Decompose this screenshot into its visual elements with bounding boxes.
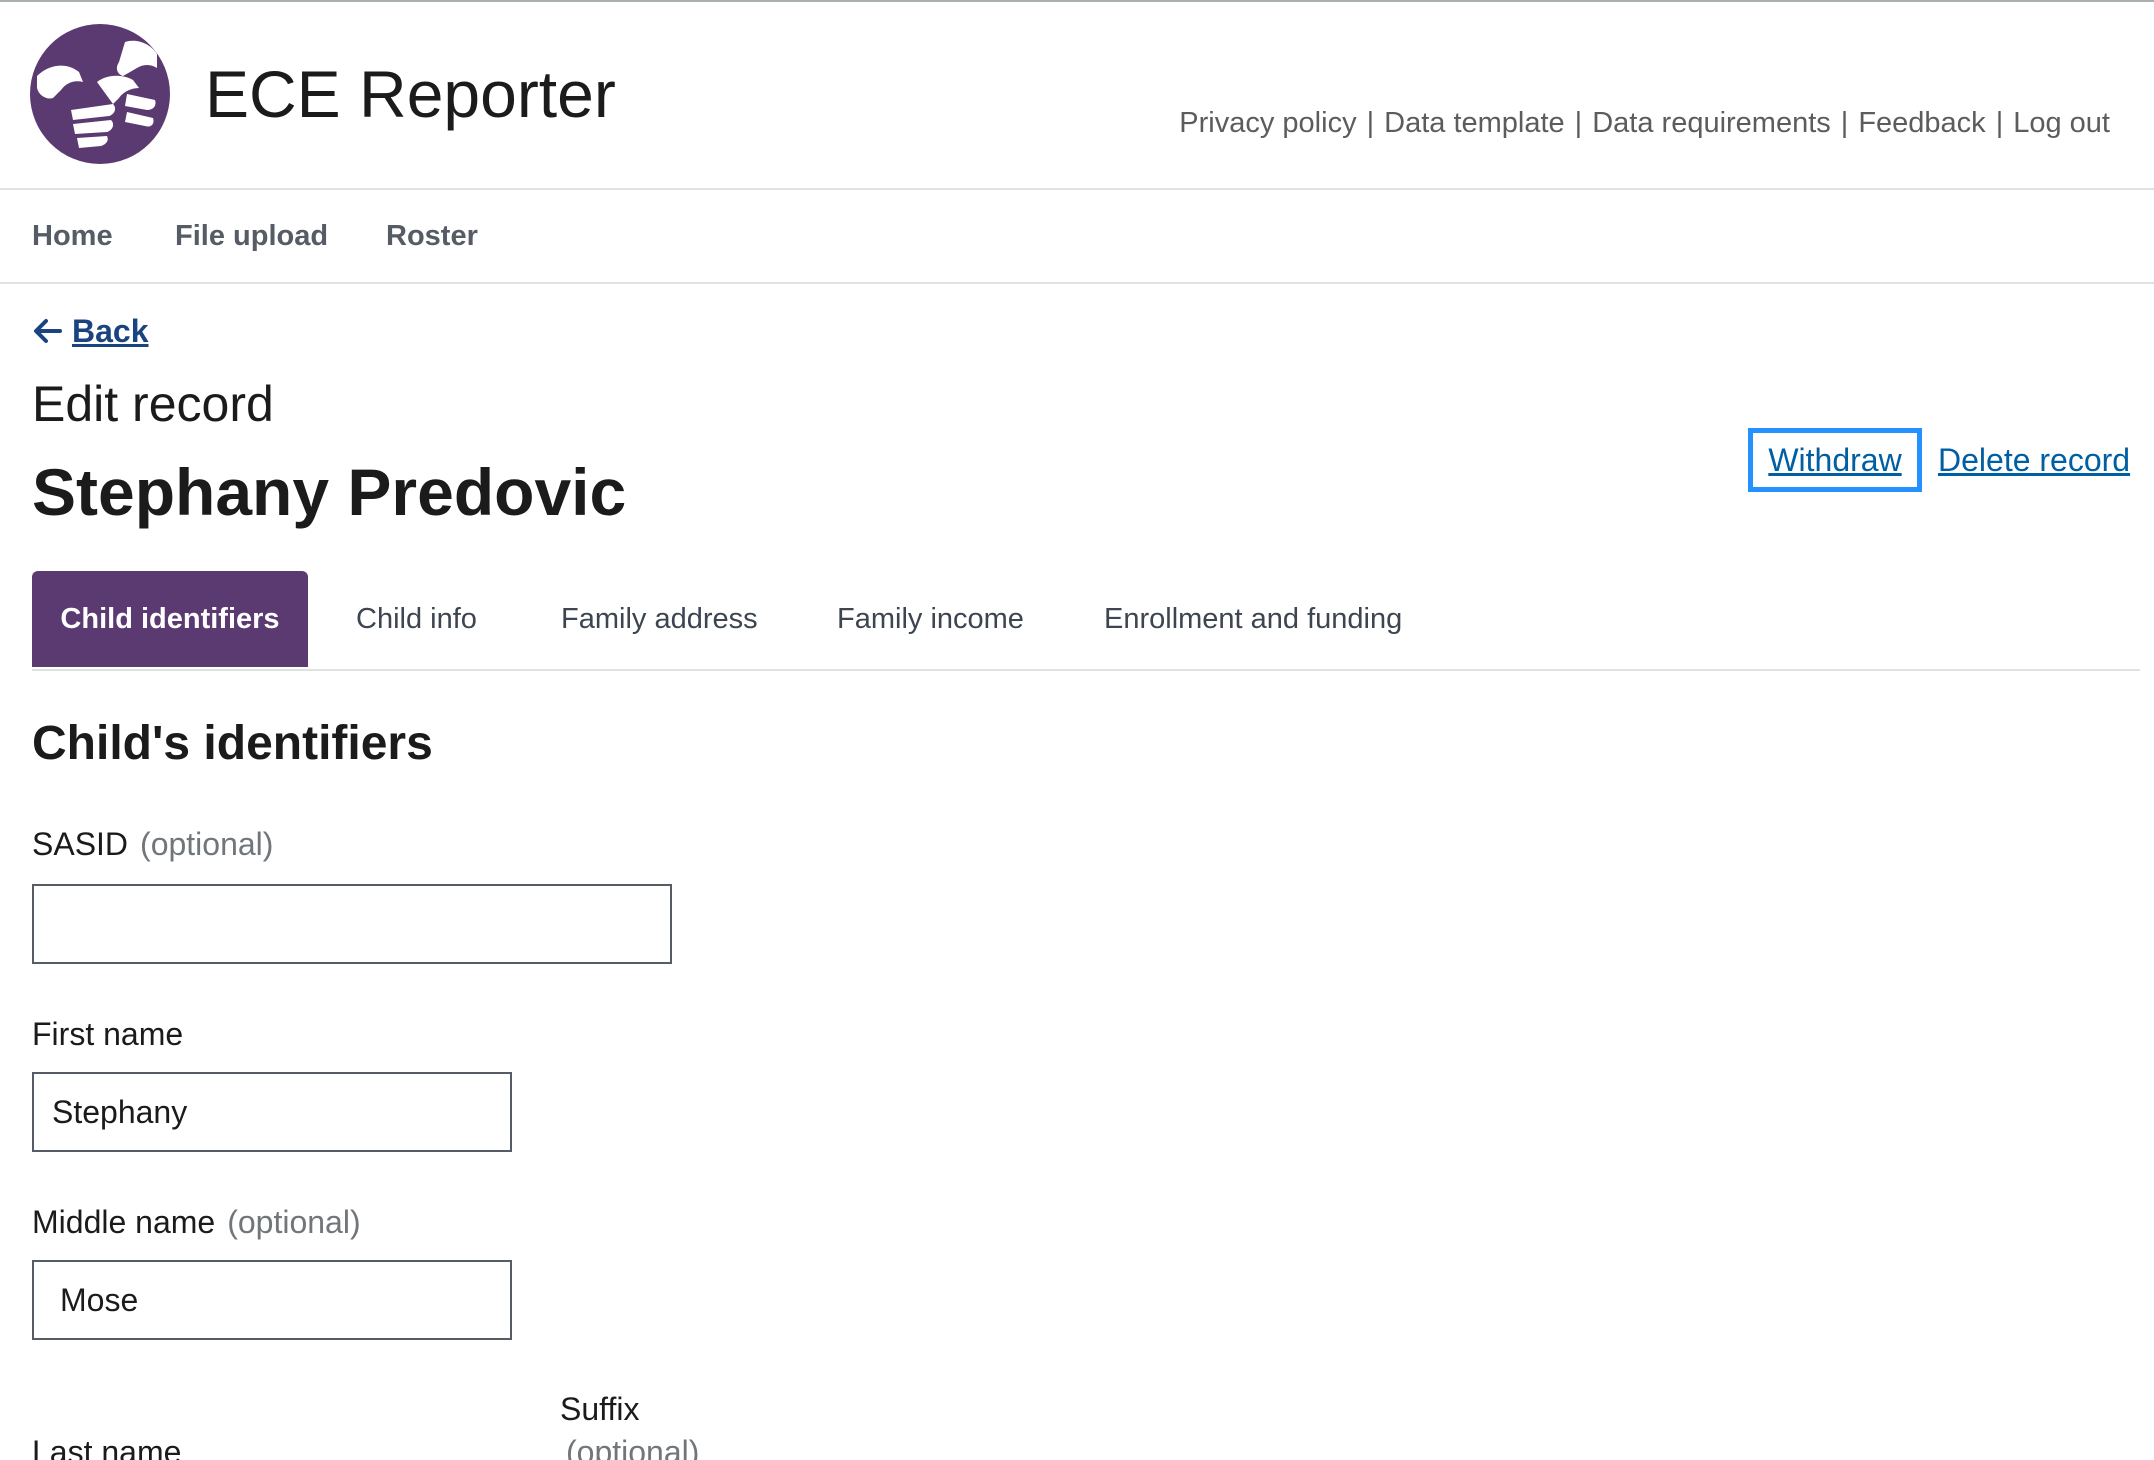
feedback-link[interactable]: Feedback [1858, 107, 1985, 139]
delete-record-button[interactable]: Delete record [1938, 436, 2130, 484]
nav-item-home[interactable]: Home [32, 216, 113, 256]
tab-child-identifiers[interactable]: Child identifiers [32, 571, 308, 667]
page: ECE Reporter Privacy policy | Data templat… [0, 0, 2154, 1460]
nav-item-roster[interactable]: Roster [386, 216, 478, 256]
nav-item-file-upload[interactable]: File upload [175, 216, 328, 256]
back-link[interactable]: Back [32, 308, 149, 354]
optional-hint: (optional) [140, 826, 274, 862]
suffix-optional-hint: (optional) [566, 1434, 700, 1460]
section-title: Child's identifiers [32, 717, 433, 770]
data-template-link[interactable]: Data template [1384, 107, 1565, 139]
privacy-policy-link[interactable]: Privacy policy [1179, 107, 1356, 139]
separator: | [1995, 107, 2004, 139]
log-out-link[interactable]: Log out [2013, 107, 2110, 139]
record-tabs: Child identifiers Child info Family addr… [32, 571, 2140, 671]
primary-nav: Home File upload Roster [0, 190, 2154, 284]
tab-enrollment-and-funding[interactable]: Enrollment and funding [1104, 571, 1402, 667]
app-title: ECE Reporter [205, 57, 616, 131]
child-name-title: Stephany Predovic [32, 455, 627, 529]
sasid-label: SASID (optional) [32, 822, 273, 866]
ece-logo-icon [30, 24, 170, 164]
separator: | [1840, 107, 1849, 139]
tab-child-info[interactable]: Child info [356, 571, 477, 667]
site-header: ECE Reporter Privacy policy | Data templat… [0, 2, 2154, 190]
optional-hint: (optional) [227, 1204, 361, 1240]
suffix-label: Suffix [560, 1391, 640, 1427]
middle-name-input[interactable]: Mose [32, 1260, 512, 1340]
last-name-label: Last name [32, 1434, 182, 1460]
data-requirements-link[interactable]: Data requirements [1592, 107, 1831, 139]
separator: | [1574, 107, 1583, 139]
first-name-input[interactable]: Stephany [32, 1072, 512, 1152]
back-link-label: Back [72, 312, 149, 349]
withdraw-button[interactable]: Withdraw [1748, 428, 1922, 492]
tab-family-address[interactable]: Family address [561, 571, 758, 667]
tab-family-income[interactable]: Family income [837, 571, 1024, 667]
separator: | [1366, 107, 1375, 139]
middle-name-label: Middle name (optional) [32, 1200, 361, 1244]
first-name-label: First name [32, 1016, 184, 1052]
utility-nav: Privacy policy | Data template | Data requir… [1179, 102, 2110, 144]
sasid-label-text: SASID [32, 826, 129, 862]
arrow-left-icon [34, 319, 62, 343]
sasid-input[interactable] [32, 884, 672, 964]
middle-name-label-text: Middle name [32, 1204, 216, 1240]
page-heading: Edit record [32, 376, 274, 432]
